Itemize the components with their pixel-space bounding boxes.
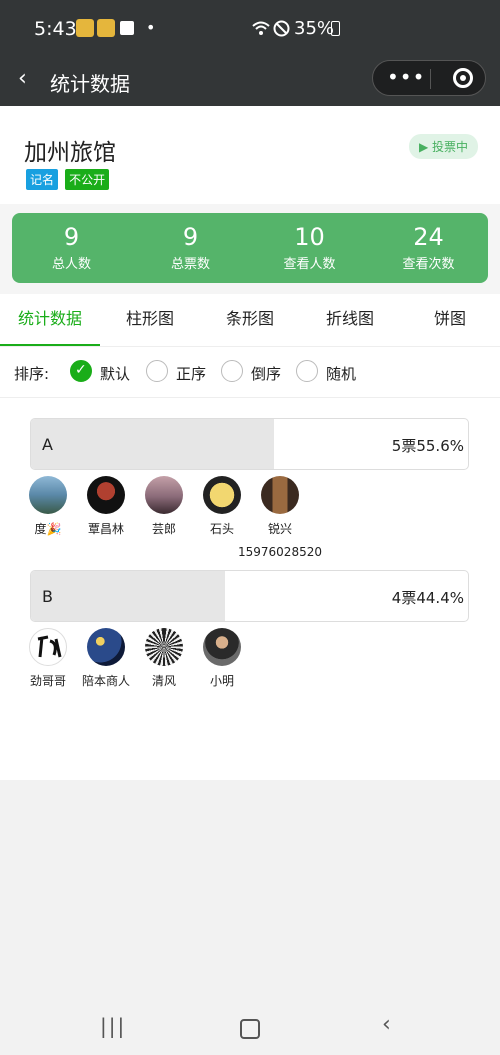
voter[interactable]: 劲哥哥	[18, 628, 78, 689]
voter[interactable]: 覃昌林	[76, 476, 136, 537]
avatar	[203, 476, 241, 514]
radio-icon	[221, 360, 243, 382]
more-notifications-dot: •	[146, 18, 156, 37]
chart-tabs: 统计数据 柱形图 条形图 折线图 饼图	[0, 294, 500, 346]
capsule-divider	[430, 69, 431, 89]
option-b-bar[interactable]: B 4票44.4%	[30, 570, 469, 622]
option-name: A	[42, 435, 53, 454]
wifi-icon	[252, 21, 270, 35]
voter-name: 石头	[209, 522, 234, 536]
radio-checked-icon	[70, 360, 92, 382]
voter[interactable]: 清风	[134, 628, 194, 689]
battery-percent: 35%	[294, 18, 335, 39]
stat-value: 9	[63, 223, 80, 251]
avatar	[203, 628, 241, 666]
tab-pie-chart[interactable]: 饼图	[400, 294, 500, 346]
calligraphy-avatar-art	[37, 635, 62, 658]
avatar	[29, 628, 67, 666]
voter-name: 清风	[151, 674, 176, 688]
page-title: 统计数据	[50, 72, 130, 96]
stat-value: 10	[294, 223, 325, 251]
battery-icon	[331, 21, 340, 36]
stat-label: 查看人数	[283, 257, 336, 272]
sort-bar: 排序: 默认 正序 倒序 随机	[0, 346, 500, 398]
status-time: 5:43	[34, 18, 77, 40]
system-back-icon[interactable]: ‹	[382, 1012, 391, 1037]
poll-header: 加州旅馆 记名 不公开 ▶ 投票中	[0, 106, 500, 204]
option-a-bar[interactable]: A 5票55.6%	[30, 418, 469, 470]
voter-name: 小明	[209, 674, 234, 688]
sort-label: 排序:	[14, 365, 50, 383]
sort-option-label: 默认	[100, 365, 131, 383]
radio-icon	[296, 360, 318, 382]
option-result: 4票44.4%	[391, 589, 464, 607]
voter-name: 陪本商人	[81, 674, 130, 688]
option-a-progress	[31, 419, 274, 469]
poll-title: 加州旅馆	[24, 140, 116, 166]
results-list: A 5票55.6% 度🎉 覃昌林 芸郎 石头 锐兴 15976028520 B …	[0, 398, 500, 780]
voter[interactable]: 度🎉	[18, 476, 78, 537]
app-notification-icon	[76, 19, 94, 37]
stat-viewers: 10 查看人数	[250, 213, 369, 283]
stat-views: 24 查看次数	[369, 213, 488, 283]
status-bar: 5:43 • 35%	[0, 0, 500, 56]
system-navigation-bar: ||| ‹	[0, 1000, 500, 1055]
voter[interactable]: 石头	[192, 476, 252, 537]
option-b-progress	[31, 571, 226, 621]
stat-total-votes: 9 总票数	[131, 213, 250, 283]
more-menu-icon[interactable]: •••	[387, 65, 425, 89]
avatar	[261, 476, 299, 514]
voter-name: 锐兴	[267, 522, 292, 536]
tab-bar-chart[interactable]: 条形图	[200, 294, 300, 346]
sort-option-label: 倒序	[251, 365, 282, 383]
stat-value: 9	[182, 223, 199, 251]
voter-phone: 15976028520	[238, 545, 322, 559]
poll-tags: 记名 不公开	[26, 169, 111, 190]
tag-private: 不公开	[65, 169, 110, 190]
option-result: 5票55.6%	[391, 437, 464, 455]
radio-icon	[146, 360, 168, 382]
back-icon[interactable]: ‹	[18, 66, 27, 91]
tag-named: 记名	[26, 169, 59, 190]
voter[interactable]: 锐兴 15976028520	[238, 476, 322, 559]
app-notification-icon-2	[97, 19, 115, 37]
option-name: B	[42, 587, 53, 606]
home-icon[interactable]	[240, 1019, 260, 1039]
voter-name: 覃昌林	[87, 522, 124, 536]
avatar	[87, 476, 125, 514]
voter[interactable]: 芸郎	[134, 476, 194, 537]
stat-label: 总人数	[51, 257, 91, 272]
stat-value: 24	[413, 223, 444, 251]
avatar	[145, 476, 183, 514]
do-not-disturb-icon	[273, 20, 290, 37]
voter-name: 芸郎	[151, 522, 176, 536]
stat-label: 总票数	[170, 257, 210, 272]
image-notification-icon	[120, 21, 134, 35]
voter[interactable]: 陪本商人	[76, 628, 136, 689]
stats-section: 9 总人数 9 总票数 10 查看人数 24 查看次数	[0, 204, 500, 294]
stat-total-people: 9 总人数	[12, 213, 131, 283]
tab-column-chart[interactable]: 柱形图	[100, 294, 200, 346]
sort-option-label: 正序	[176, 365, 207, 383]
close-miniprogram-icon[interactable]	[453, 68, 473, 88]
poll-status-badge: ▶ 投票中	[408, 134, 478, 159]
voter-name: 劲哥哥	[29, 674, 66, 688]
recent-apps-icon[interactable]: |||	[100, 1014, 126, 1038]
navigation-bar: ‹ 统计数据 •••	[0, 56, 500, 106]
tab-statistics[interactable]: 统计数据	[0, 294, 100, 346]
miniprogram-capsule: •••	[372, 60, 486, 96]
voter[interactable]: 小明	[192, 628, 252, 689]
voter-name: 度🎉	[34, 522, 62, 536]
avatar	[145, 628, 183, 666]
avatar	[29, 476, 67, 514]
sort-option-label: 随机	[326, 365, 357, 383]
tab-line-chart[interactable]: 折线图	[300, 294, 400, 346]
avatar	[87, 628, 125, 666]
stats-card: 9 总人数 9 总票数 10 查看人数 24 查看次数	[12, 213, 488, 283]
stat-label: 查看次数	[402, 257, 455, 272]
